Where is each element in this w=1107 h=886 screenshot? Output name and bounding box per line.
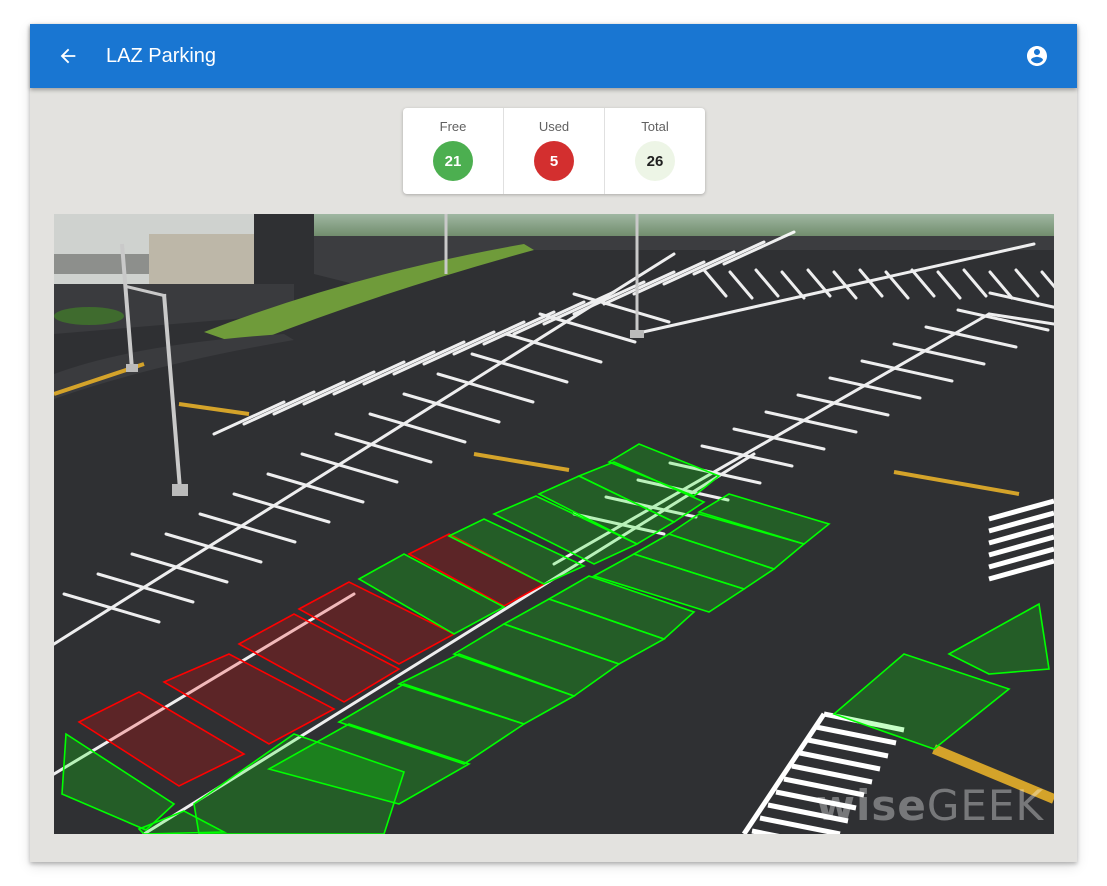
parking-lot-view: wiseGEEK	[54, 214, 1054, 834]
app-bar: LAZ Parking	[30, 24, 1077, 88]
page-title: LAZ Parking	[106, 45, 217, 67]
parking-card: LAZ Parking Free 21 Used 5 Total 26 wise…	[30, 24, 1077, 862]
arrow-back-icon	[60, 48, 76, 64]
back-button[interactable]	[52, 40, 84, 72]
parking-lot-image	[54, 214, 1054, 834]
watermark-text-bold: wise	[816, 781, 927, 830]
account-circle-icon	[1027, 46, 1047, 66]
used-count-badge: 5	[534, 141, 574, 181]
free-stat: Free 21	[403, 108, 504, 194]
free-label: Free	[439, 119, 467, 134]
used-stat: Used 5	[504, 108, 605, 194]
used-label: Used	[538, 119, 570, 134]
watermark-text: GEEK	[926, 781, 1044, 830]
free-count-badge: 21	[433, 141, 473, 181]
occupancy-summary: Free 21 Used 5 Total 26	[403, 108, 705, 194]
total-label: Total	[641, 119, 669, 134]
total-stat: Total 26	[605, 108, 705, 194]
total-count-badge: 26	[635, 141, 675, 181]
account-button[interactable]	[1023, 42, 1051, 70]
watermark: wiseGEEK	[816, 781, 1044, 830]
